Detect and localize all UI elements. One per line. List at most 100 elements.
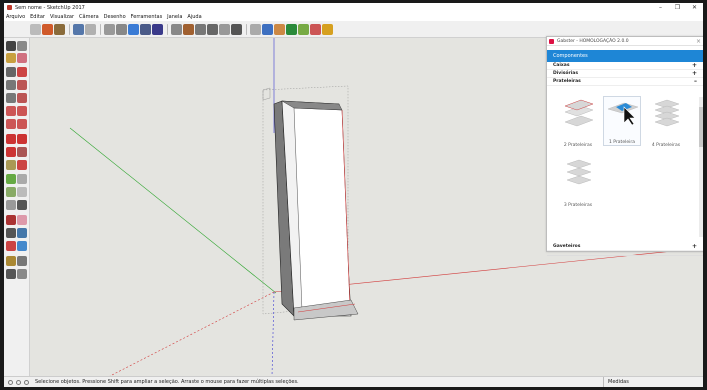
pie-icon[interactable] — [17, 119, 27, 129]
expand-icon[interactable]: + — [692, 70, 697, 78]
warehouse-icon[interactable] — [250, 23, 261, 35]
dimension-icon[interactable] — [17, 174, 27, 184]
xray-icon[interactable] — [171, 23, 182, 35]
polygon-icon[interactable] — [17, 93, 27, 103]
section-prateleiras[interactable]: Prateleiras – — [547, 78, 703, 86]
menu-editar[interactable]: Editar — [30, 14, 45, 20]
back-view-icon[interactable] — [152, 23, 163, 35]
position-camera-icon[interactable] — [6, 256, 16, 266]
monochrome-icon[interactable] — [231, 23, 242, 35]
save-icon[interactable] — [54, 23, 65, 35]
measures-box[interactable]: Medidas — [603, 377, 703, 387]
open-icon[interactable] — [42, 23, 53, 35]
push-pull-icon[interactable] — [17, 134, 27, 144]
user-icon[interactable] — [24, 379, 29, 385]
section-label: Gaveteiros — [553, 244, 581, 249]
menu-camera[interactable]: Câmera — [79, 14, 99, 20]
hidden-line-icon[interactable] — [195, 23, 206, 35]
menu-janela[interactable]: Janela — [167, 14, 182, 20]
menu-ajuda[interactable]: Ajuda — [187, 14, 201, 20]
arc-icon[interactable] — [6, 106, 16, 116]
arc-2-icon[interactable] — [17, 106, 27, 116]
rotate-icon[interactable] — [6, 147, 16, 157]
menu-desenho[interactable]: Desenho — [104, 14, 126, 20]
tray-close-icon[interactable]: × — [696, 38, 701, 45]
menu-ferramentas[interactable]: Ferramentas — [131, 14, 163, 20]
collapse-icon[interactable]: – — [694, 78, 697, 86]
look-around-icon[interactable] — [17, 256, 27, 266]
ruby-icon[interactable] — [310, 23, 321, 35]
menu-arquivo[interactable]: Arquivo — [6, 14, 25, 20]
item-label: 2 Prateleiras — [563, 143, 593, 148]
pan-icon[interactable] — [17, 215, 27, 225]
zoom-window-icon[interactable] — [17, 228, 27, 238]
extension-icon[interactable] — [262, 23, 273, 35]
credits-icon[interactable] — [16, 379, 21, 385]
protractor-icon[interactable] — [6, 187, 16, 197]
paint-icon[interactable] — [6, 53, 16, 63]
expand-icon[interactable]: + — [692, 243, 697, 251]
zoom-extents-icon[interactable] — [6, 241, 16, 251]
iso-view-icon[interactable] — [104, 23, 115, 35]
wireframe-icon[interactable] — [183, 23, 194, 35]
expand-icon[interactable]: + — [692, 62, 697, 70]
line-icon[interactable] — [6, 67, 16, 77]
layout-icon[interactable] — [274, 23, 285, 35]
follow-me-icon[interactable] — [17, 147, 27, 157]
front-view-icon[interactable] — [128, 23, 139, 35]
shelf-item-4[interactable]: 4 Prateleiras — [647, 98, 685, 148]
circle-icon[interactable] — [6, 93, 16, 103]
textured-icon[interactable] — [219, 23, 230, 35]
tape-icon[interactable] — [6, 174, 16, 184]
plugin-icon[interactable] — [298, 23, 309, 35]
right-view-icon[interactable] — [140, 23, 151, 35]
freehand-icon[interactable] — [17, 67, 27, 77]
maximize-button[interactable]: ❐ — [669, 3, 686, 12]
geo-location-icon[interactable] — [8, 379, 13, 385]
gabster-icon[interactable] — [286, 23, 297, 35]
offset-icon[interactable] — [17, 160, 27, 170]
section-caixas[interactable]: Caixas + — [547, 62, 703, 70]
toolbar-separator — [100, 23, 101, 35]
eraser-icon[interactable] — [17, 53, 27, 63]
scroll-thumb[interactable] — [699, 107, 703, 147]
red-axis-dashed — [109, 291, 275, 376]
green-axis-line — [69, 127, 277, 294]
axes-icon[interactable] — [6, 200, 16, 210]
status-message: Selecione objetos. Pressione Shift para … — [35, 379, 299, 385]
top-view-icon[interactable] — [116, 23, 127, 35]
move-icon[interactable] — [6, 134, 16, 144]
section-plane-icon[interactable] — [17, 269, 27, 279]
dollar-icon[interactable] — [322, 23, 333, 35]
new-file-icon[interactable] — [30, 23, 41, 35]
item-label: 1 Prateleira — [609, 140, 635, 145]
arc-3-icon[interactable] — [6, 119, 16, 129]
copy-icon[interactable] — [85, 23, 96, 35]
shelf-item-2[interactable]: 2 Prateleiras — [559, 98, 597, 148]
shelf-item-1[interactable]: 1 Prateleira — [603, 96, 641, 146]
item-label: 3 Prateleiras — [563, 203, 593, 208]
shelf-item-3[interactable]: 3 Prateleiras — [559, 158, 597, 208]
3d-text-icon[interactable] — [17, 200, 27, 210]
section-divisorias[interactable]: Divisórias + — [547, 70, 703, 78]
cut-icon[interactable] — [73, 23, 84, 35]
minimize-button[interactable]: – — [652, 3, 669, 12]
tool-palette — [4, 38, 30, 376]
section-gaveteiros[interactable]: Gaveteiros + — [547, 243, 703, 251]
rotated-rect-icon[interactable] — [17, 80, 27, 90]
component-icon[interactable] — [17, 41, 27, 51]
menu-visualizar[interactable]: Visualizar — [50, 14, 74, 20]
select-icon[interactable] — [6, 41, 16, 51]
scale-icon[interactable] — [6, 160, 16, 170]
shaded-icon[interactable] — [207, 23, 218, 35]
sketchup-logo-icon — [7, 5, 12, 10]
text-icon[interactable] — [17, 187, 27, 197]
tray-scrollbar[interactable] — [699, 97, 703, 237]
rectangle-icon[interactable] — [6, 80, 16, 90]
orbit-icon[interactable] — [6, 215, 16, 225]
previous-view-icon[interactable] — [17, 241, 27, 251]
zoom-icon[interactable] — [6, 228, 16, 238]
walk-icon[interactable] — [6, 269, 16, 279]
toolbar-separator — [69, 23, 70, 35]
close-button[interactable]: ✕ — [686, 3, 703, 12]
